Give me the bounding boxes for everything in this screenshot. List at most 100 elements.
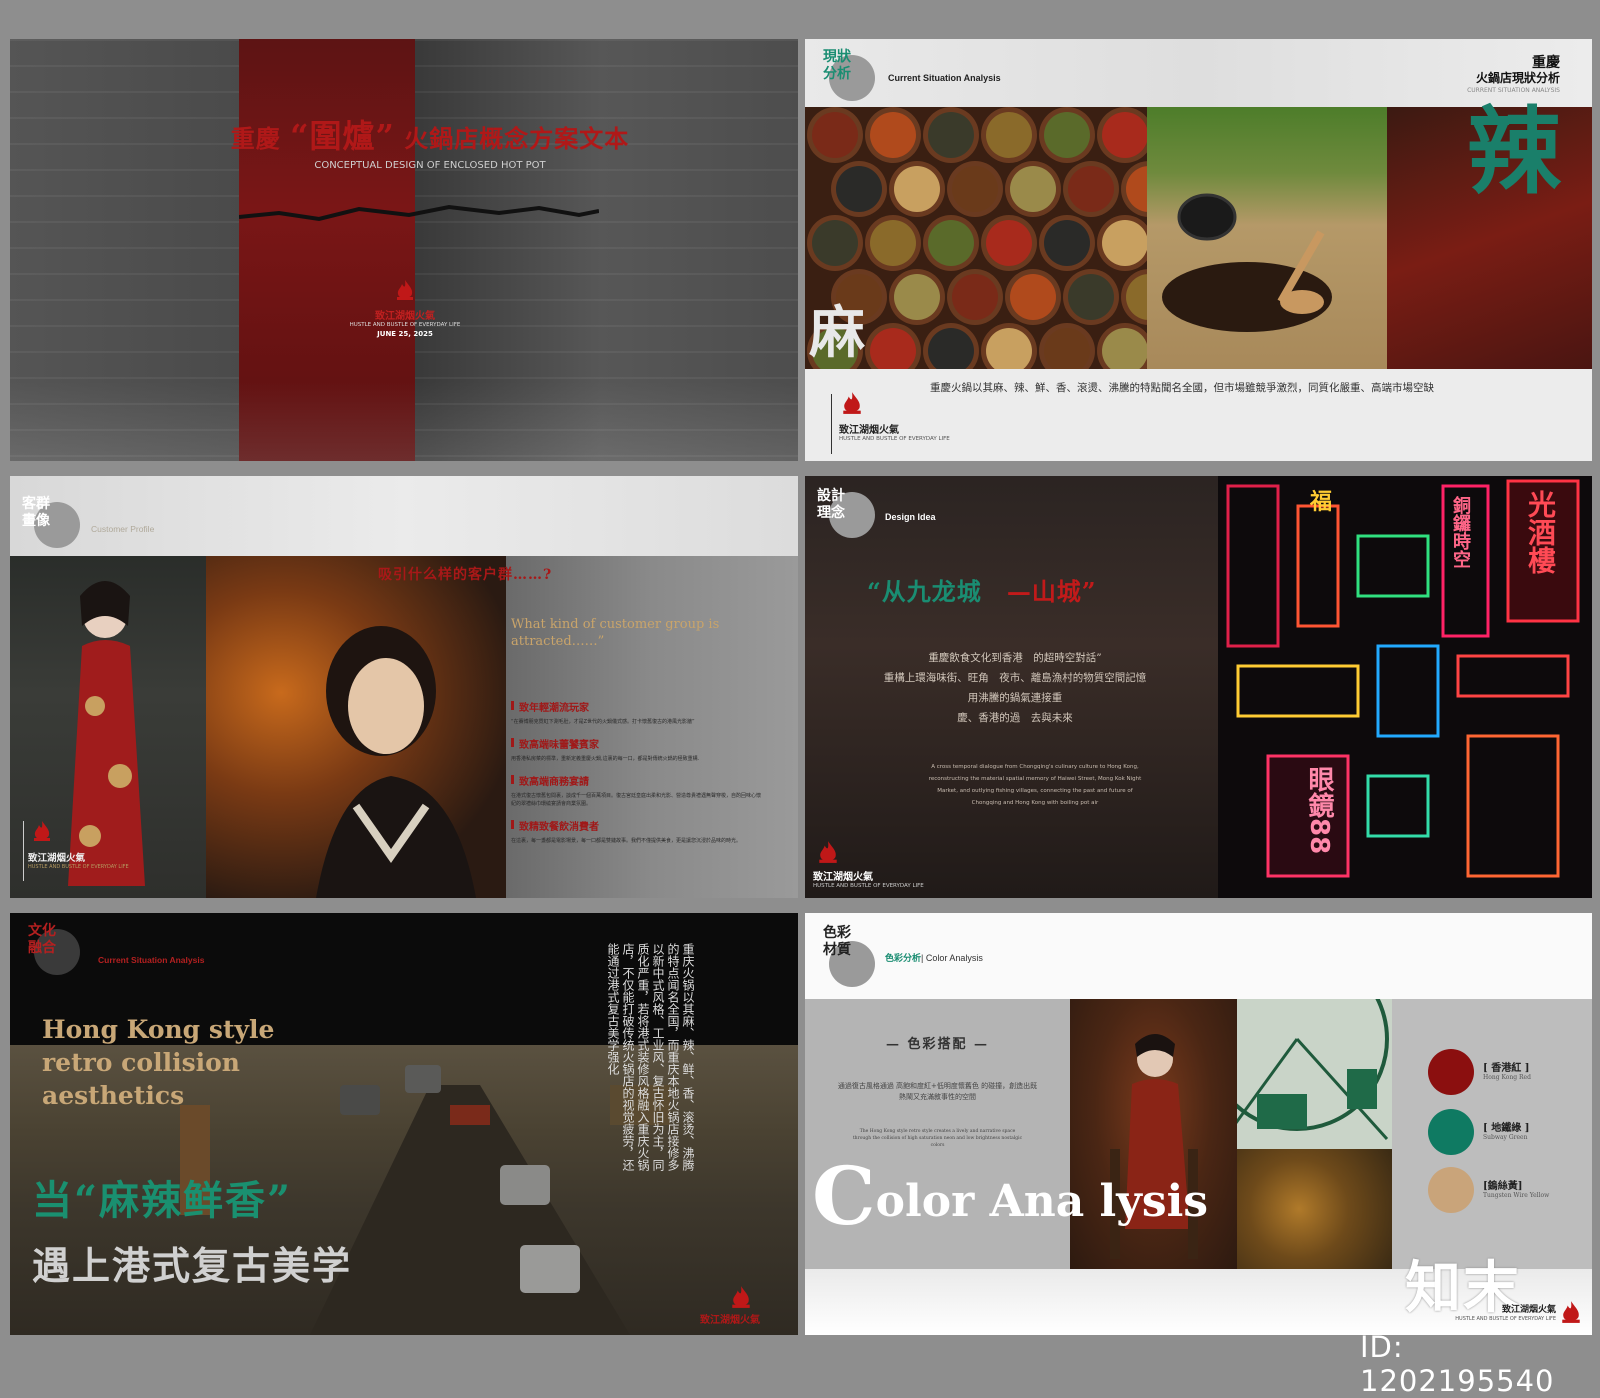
- neon-sign-text: 福: [1310, 490, 1333, 515]
- section-title-en: Design Idea: [885, 512, 936, 522]
- headline-retro: 遇上港式复古美学: [32, 1243, 353, 1288]
- swatch-tungsten-yellow: [1428, 1167, 1474, 1213]
- peppercorn-photo: [1147, 107, 1387, 369]
- spice-fill: [952, 274, 998, 320]
- brand-tagline: HUSTLE AND BUSTLE OF EVERYDAY LIFE: [349, 322, 461, 328]
- swatch-subway-green: [1428, 1109, 1474, 1155]
- spice-fill: [894, 166, 940, 212]
- swatch-label-en: Tungsten Wire Yellow: [1483, 1192, 1550, 1199]
- design-headline: “从九龙城 —山城”: [867, 577, 1097, 606]
- headline-flavor: 当“麻辣鲜香”: [32, 1177, 293, 1224]
- brand-tagline: HUSTLE AND BUSTLE OF EVERYDAY LIFE: [839, 436, 950, 442]
- retro-woman-photo: [206, 556, 506, 898]
- brand-name: 致江湖烟火氣: [813, 872, 873, 883]
- slide-cover: 重慶 “圍爐” 火鍋店概念方案文本 CONCEPTUAL DESIGN OF E…: [10, 39, 798, 461]
- flame-icon: [1562, 1301, 1580, 1323]
- section-title-en: Current Situation Analysis: [98, 955, 205, 965]
- pepper-scoop-graphic: [1162, 193, 1332, 332]
- brand-name: 致江湖烟火氣: [1501, 1305, 1556, 1315]
- flame-icon: [397, 280, 413, 300]
- customer-item: 致年輕潮流玩家 “在賽博朋克霓虹下涮毛肚，才是Z世代的火鍋儀式感。打卡懷舊復古的港…: [511, 699, 761, 726]
- brand-name: 致江湖烟火氣: [839, 425, 899, 436]
- right-title: 火鍋店現狀分析: [1475, 71, 1560, 85]
- cover-subtitle: CONCEPTUAL DESIGN OF ENCLOSED HOT POT: [314, 160, 546, 171]
- spice-fill: [1068, 274, 1114, 320]
- slide-header: [10, 476, 798, 556]
- spice-fill: [1010, 166, 1056, 212]
- spice-fill: [1102, 220, 1147, 266]
- slide-color-analysis: 色彩材質 色彩分析| Color Analysis — 色彩搭配 — 通過復古風…: [805, 913, 1592, 1335]
- spice-fill: [986, 112, 1032, 158]
- neon-sign-text: 眼鏡88: [1304, 766, 1334, 855]
- color-text-cn: 通過復古風格通過 高飽和度紅+低明度懷舊色 的碰撞，創造出既熱鬧又充滿敘事性的空…: [837, 1082, 1038, 1101]
- situation-description: 重慶火鍋以其麻、辣、鮮、香、滾燙、沸騰的特點聞名全國，但市場雖競爭激烈，同質化嚴…: [930, 382, 1434, 394]
- customer-item: 致高端商務宴請 在港式復古懷舊包間裏，談成千一個百萬項目。復古宮廷皇庭出柔和光影、…: [511, 773, 761, 808]
- customer-question-en: What kind of customer group is attracted…: [511, 617, 720, 649]
- qipao-figure-graphic: [68, 581, 145, 886]
- brand-name: 致江湖烟火氣: [375, 311, 435, 322]
- color-text-en: The Hong Kong style retro style creates …: [852, 1129, 1023, 1148]
- spice-fill: [1010, 274, 1056, 320]
- spice-fill: [894, 274, 940, 320]
- brand-tagline: HUSTLE AND BUSTLE OF EVERYDAY LIFE: [28, 864, 129, 870]
- swatch-label: [鎢絲黃]: [1483, 1181, 1523, 1192]
- spice-fill: [986, 220, 1032, 266]
- flame-icon: [843, 392, 861, 414]
- section-title: 文化融合: [28, 923, 56, 956]
- crack-line: [239, 204, 599, 222]
- brand-tagline: HUSTLE AND BUSTLE OF EVERYDAY LIFE: [1455, 1316, 1556, 1322]
- design-text-cn: 重慶飲食文化到香港 的超時空對話” 重構上環海味街、旺角 夜市、離島漁村的物質空…: [883, 652, 1147, 724]
- color-analysis-word: Color Ana lysis: [812, 1149, 1209, 1243]
- section-title-en: Customer Profile: [91, 524, 155, 534]
- swatch-label: [ 香港紅 ]: [1483, 1063, 1530, 1074]
- slide-cultural-fusion: 文化融合 Current Situation Analysis Hong Kon…: [10, 913, 798, 1335]
- customer-list: 致年輕潮流玩家 “在賽博朋克霓虹下涮毛肚，才是Z世代的火鍋儀式感。打卡懷舊復古的港…: [511, 699, 761, 855]
- spice-fill: [1102, 112, 1147, 158]
- section-title: 客群畫像: [22, 496, 50, 529]
- design-text-en: A cross temporal dialogue from Chongqing…: [928, 764, 1142, 806]
- customer-item: 致精致餐飲消費者 在這裏，每一盞都是電影場景，每一口都是雙鏈故事。我們不僅提供美食…: [511, 818, 761, 845]
- bottom-haze: [10, 381, 798, 461]
- swatch-label: [ 地鐵綠 ]: [1483, 1123, 1530, 1134]
- brand-block: 致江湖烟火氣 HUSTLE AND BUSTLE OF EVERYDAY LIF…: [340, 279, 470, 338]
- spice-fill: [1068, 166, 1114, 212]
- cover-date: JUNE 25, 2025: [377, 330, 433, 338]
- spice-fill: [928, 112, 974, 158]
- spice-fill: [928, 220, 974, 266]
- flame-icon: [732, 1286, 750, 1308]
- slide-customer-profile: 客群畫像 Customer Profile 吸引什么样的客户群……? What …: [10, 476, 798, 898]
- color-matching-title: — 色彩搭配 —: [885, 1037, 990, 1052]
- char-ma: 麻: [809, 300, 865, 366]
- section-title: 設計理念: [817, 488, 845, 521]
- brand-name: 致江湖烟火氣: [28, 853, 86, 864]
- slide-current-situation: 現狀分析 Current Situation Analysis 重慶 火鍋店現狀…: [805, 39, 1592, 461]
- cover-title: 重慶 “圍爐” 火鍋店概念方案文本: [230, 117, 630, 155]
- swatch-label-en: Subway Green: [1483, 1134, 1528, 1141]
- english-headline: Hong Kong style retro collision aestheti…: [42, 1015, 275, 1110]
- brand-tagline: HUSTLE AND BUSTLE OF EVERYDAY LIFE: [813, 883, 924, 889]
- gold-texture-photo: [1237, 1149, 1392, 1269]
- flame-icon: [34, 821, 50, 841]
- spice-fill: [812, 112, 858, 158]
- slide-design-idea: 光酒樓 銅鑼時空 眼鏡88 福 設計理念 Design Idea “从九龙城 —…: [805, 476, 1592, 898]
- ferris-wheel-graphic: [1237, 999, 1389, 1141]
- customer-item: 致高端味蕾饕賓家 用香港私房菜的標準，重新定義重慶火鍋,這裏的每一口，都是對傳統火…: [511, 736, 761, 763]
- right-title-en: CURRENT SITUATION ANALYSIS: [1467, 87, 1560, 94]
- spice-fill: [952, 166, 998, 212]
- ferris-wheel-photo: [1237, 999, 1392, 1149]
- section-title-en: Current Situation Analysis: [888, 73, 1001, 83]
- char-la: 辣: [1467, 97, 1562, 207]
- swatch-label-en: Hong Kong Red: [1483, 1074, 1531, 1081]
- section-title: 現狀分析: [823, 49, 851, 82]
- spice-fill: [1044, 220, 1090, 266]
- spice-fill: [870, 220, 916, 266]
- flame-icon: [819, 841, 837, 863]
- section-title: 色彩材質: [823, 925, 851, 958]
- neon-street-photo: 光酒樓 銅鑼時空 眼鏡88 福: [1218, 476, 1592, 898]
- brand-name: 致江湖烟火氣: [700, 1315, 760, 1326]
- section-title-en: 色彩分析| Color Analysis: [885, 953, 983, 963]
- qipao-woman-photo: [10, 556, 206, 898]
- retro-portrait-graphic: [316, 626, 476, 898]
- divider-line: [831, 394, 832, 454]
- spice-fill: [812, 220, 858, 266]
